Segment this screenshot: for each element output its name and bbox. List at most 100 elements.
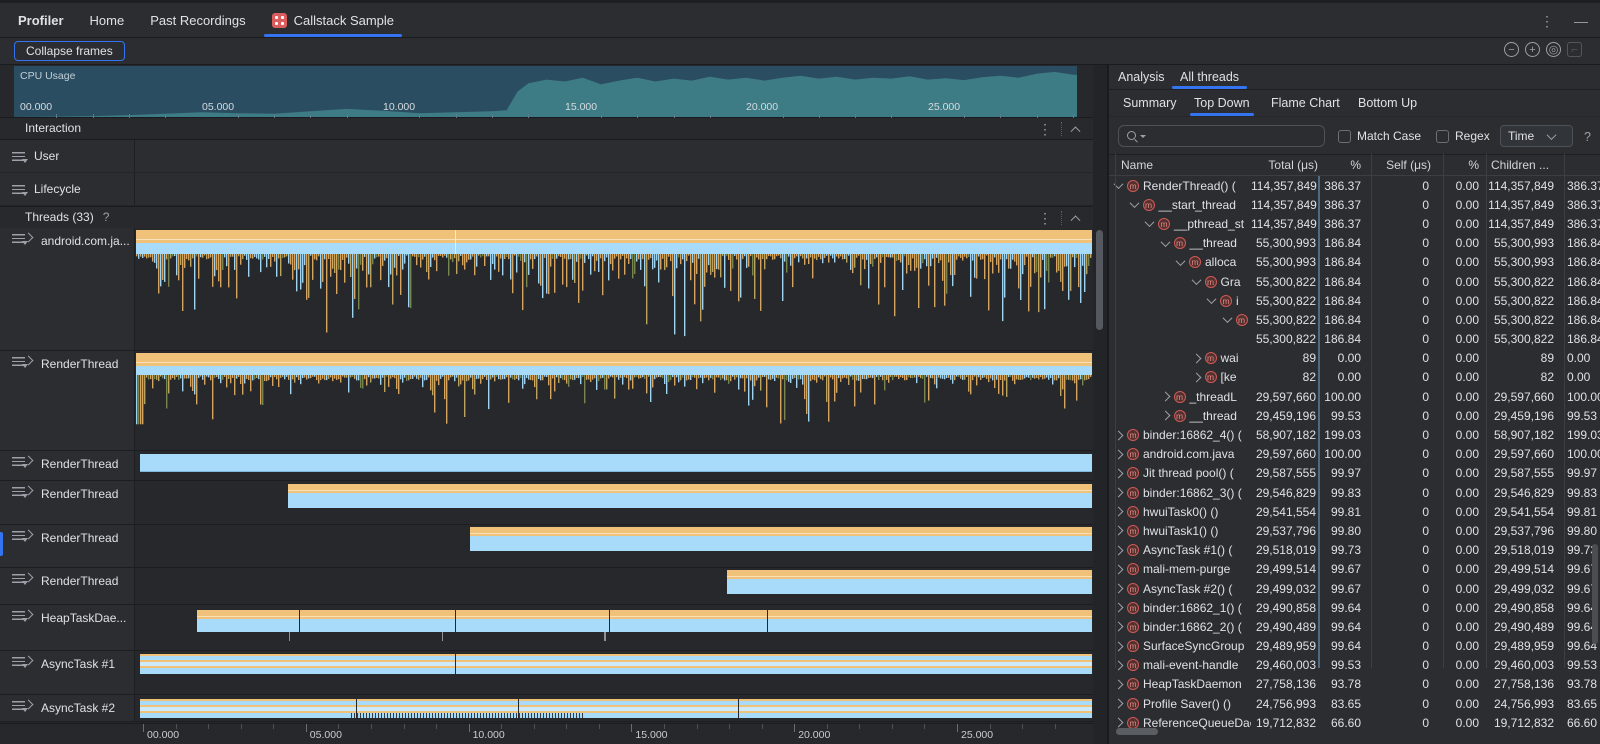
thread-row[interactable]: RenderThread <box>0 451 1093 481</box>
zoom-out-icon[interactable]: − <box>1504 42 1519 57</box>
col-header-children[interactable]: Children ... <box>1491 155 1549 175</box>
track-config-icon[interactable] <box>12 657 25 666</box>
reset-zoom-icon[interactable]: ◎ <box>1546 42 1561 57</box>
track-config-icon[interactable] <box>12 531 25 540</box>
tab-past-recordings[interactable]: Past Recordings <box>150 3 245 37</box>
collapse-node-icon[interactable] <box>1222 314 1232 324</box>
expand-node-icon[interactable] <box>1191 373 1201 383</box>
threads-collapse-icon[interactable] <box>1071 215 1081 225</box>
table-row[interactable]: mRenderThread() (114,357,849386.3700.001… <box>1109 176 1600 195</box>
table-row[interactable]: mReferenceQueueDaemon19,712,83266.6000.0… <box>1109 713 1600 732</box>
table-row[interactable]: mAsyncTask #2() (29,499,03299.6700.0029,… <box>1109 579 1600 598</box>
table-row[interactable]: mhwuiTask0() ()29,541,55499.8100.0029,54… <box>1109 502 1600 521</box>
minimize-icon[interactable]: — <box>1574 13 1588 29</box>
column-divider[interactable] <box>1564 154 1565 668</box>
thread-row-label[interactable]: AsyncTask #2 <box>0 695 135 721</box>
table-row[interactable]: mbinder:16862_2() (29,490,48999.6400.002… <box>1109 617 1600 636</box>
subtab-flame-chart[interactable]: Flame Chart <box>1271 90 1340 116</box>
regex-option[interactable]: Regex <box>1436 129 1490 143</box>
subtab-top-down[interactable]: Top Down <box>1194 90 1250 116</box>
thread-row-label[interactable]: RenderThread <box>0 351 135 450</box>
table-row[interactable]: m__thread29,459,19699.5300.0029,459,1969… <box>1109 406 1600 425</box>
analysis-tab-analysis[interactable]: Analysis <box>1118 65 1165 89</box>
table-row[interactable]: mi55,300,822186.8400.0055,300,822186.84 <box>1109 291 1600 310</box>
interaction-menu-icon[interactable]: ⋮ <box>1038 122 1052 136</box>
zoom-in-icon[interactable]: + <box>1525 42 1540 57</box>
thread-row[interactable]: RenderThread <box>0 481 1093 525</box>
table-row[interactable]: mSurfaceSyncGroup29,489,95999.6400.0029,… <box>1109 637 1600 656</box>
table-hscrollbar-thumb[interactable] <box>1116 728 1158 735</box>
collapse-node-icon[interactable] <box>1145 218 1155 228</box>
table-row[interactable]: mbinder:16862_4() (58,907,182199.0300.00… <box>1109 425 1600 444</box>
table-row[interactable]: m__start_thread114,357,849386.3700.00114… <box>1109 195 1600 214</box>
subtab-summary[interactable]: Summary <box>1123 90 1176 116</box>
table-vscrollbar-thumb[interactable] <box>1592 544 1598 644</box>
time-dropdown[interactable]: Time <box>1500 125 1573 147</box>
table-row[interactable]: mHeapTaskDaemon27,758,13693.7800.0027,75… <box>1109 675 1600 694</box>
analysis-tab-all-threads[interactable]: All threads <box>1180 65 1239 89</box>
thread-timeline[interactable] <box>136 228 1092 350</box>
column-divider[interactable] <box>1371 154 1372 668</box>
thread-timeline[interactable] <box>136 568 1092 604</box>
thread-row-label[interactable]: RenderThread <box>0 525 135 567</box>
expand-node-icon[interactable] <box>1191 353 1201 363</box>
table-row[interactable]: mhwuiTask1() ()29,537,79699.8000.0029,53… <box>1109 521 1600 540</box>
subtab-bottom-up[interactable]: Bottom Up <box>1358 90 1417 116</box>
table-row[interactable]: m[ke820.0000.00820.00 <box>1109 368 1600 387</box>
thread-row[interactable]: RenderThread <box>0 568 1093 605</box>
collapse-node-icon[interactable] <box>1176 256 1186 266</box>
expand-node-icon[interactable] <box>1160 411 1170 421</box>
table-row[interactable]: m_threadL29,597,660100.0000.0029,597,660… <box>1109 387 1600 406</box>
track-config-icon[interactable] <box>12 152 25 161</box>
threads-scrollbar-thumb[interactable] <box>1096 230 1103 330</box>
expand-node-icon[interactable] <box>1160 392 1170 402</box>
table-help-icon[interactable]: ? <box>1584 130 1591 144</box>
search-field[interactable] <box>1118 125 1325 147</box>
thread-timeline[interactable] <box>136 525 1092 567</box>
thread-timeline[interactable] <box>136 695 1092 721</box>
table-row[interactable]: malloca55,300,993186.8400.0055,300,99318… <box>1109 253 1600 272</box>
collapse-frames-button[interactable]: Collapse frames <box>14 41 125 61</box>
thread-row-label[interactable]: RenderThread <box>0 481 135 524</box>
thread-row[interactable]: AsyncTask #1 <box>0 651 1093 695</box>
tab-home[interactable]: Home <box>90 3 125 37</box>
thread-row-label[interactable]: android.com.ja... <box>0 228 135 350</box>
track-config-icon[interactable] <box>12 357 25 366</box>
thread-row[interactable]: RenderThread <box>0 525 1093 568</box>
col-header-self-pct[interactable]: % <box>1443 155 1479 175</box>
col-header-self[interactable]: Self (μs) <box>1371 155 1431 175</box>
table-row[interactable]: 55,300,822186.8400.0055,300,822186.84 <box>1109 330 1600 349</box>
thread-row[interactable]: AsyncTask #2 <box>0 695 1093 722</box>
column-divider-highlight[interactable] <box>1318 176 1320 668</box>
thread-timeline[interactable] <box>136 651 1092 694</box>
search-options-caret-icon[interactable] <box>1140 135 1146 138</box>
col-header-name[interactable]: Name <box>1121 155 1153 175</box>
threads-menu-icon[interactable]: ⋮ <box>1038 211 1052 225</box>
collapse-node-icon[interactable] <box>1207 294 1217 304</box>
threads-help-icon[interactable]: ? <box>103 210 110 224</box>
thread-timeline[interactable] <box>136 481 1092 524</box>
search-input[interactable] <box>1148 128 1302 144</box>
table-row[interactable]: m(55,300,822186.8400.0055,300,822186.84 <box>1109 310 1600 329</box>
collapse-node-icon[interactable] <box>1160 237 1170 247</box>
thread-row[interactable]: HeapTaskDae... <box>0 605 1093 651</box>
thread-row-label[interactable]: RenderThread <box>0 568 135 604</box>
table-row[interactable]: mAsyncTask #1() (29,518,01999.7300.0029,… <box>1109 541 1600 560</box>
thread-row-label[interactable]: AsyncTask #1 <box>0 651 135 694</box>
table-row[interactable]: mbinder:16862_3() (29,546,82999.8300.002… <box>1109 483 1600 502</box>
app-menu-profiler[interactable]: Profiler <box>18 13 64 28</box>
track-config-icon[interactable] <box>12 234 25 243</box>
threads-scrollbar-track[interactable] <box>1093 65 1108 744</box>
table-row[interactable]: mbinder:16862_1() (29,490,85899.6400.002… <box>1109 598 1600 617</box>
track-config-icon[interactable] <box>12 185 25 194</box>
collapse-node-icon[interactable] <box>1191 275 1201 285</box>
tab-callstack-sample[interactable]: Callstack Sample <box>272 3 394 37</box>
thread-timeline[interactable] <box>136 605 1092 650</box>
track-config-icon[interactable] <box>12 487 25 496</box>
thread-row-label[interactable]: HeapTaskDae... <box>0 605 135 650</box>
table-row[interactable]: mmali-event-handle29,460,00399.5300.0029… <box>1109 656 1600 675</box>
threads-section-header[interactable]: Threads (33)? ⋮ <box>0 206 1093 229</box>
interaction-row-user[interactable]: User <box>0 140 1093 173</box>
match-case-checkbox[interactable] <box>1338 130 1351 143</box>
table-row[interactable]: mmali-mem-purge29,499,51499.6700.0029,49… <box>1109 560 1600 579</box>
